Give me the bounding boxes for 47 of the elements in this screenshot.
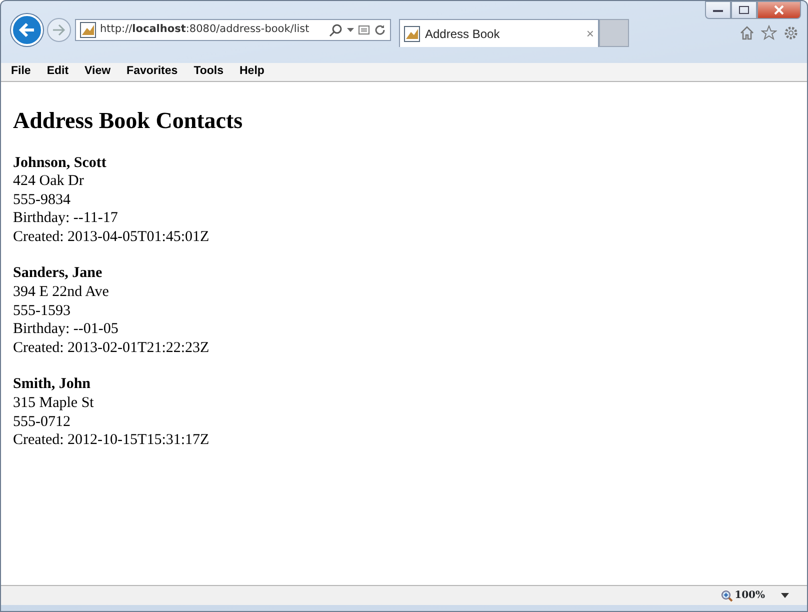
contact-detail: 394 E 22nd Ave xyxy=(13,283,109,302)
search-icon[interactable] xyxy=(329,23,343,37)
minimize-button[interactable] xyxy=(705,1,731,19)
menu-item[interactable]: Tools xyxy=(186,63,232,81)
contact-detail: 555-1593 xyxy=(13,302,70,320)
contact-name: Johnson, Scott xyxy=(13,154,106,172)
maximize-button[interactable] xyxy=(731,1,757,19)
maximize-icon xyxy=(738,5,750,15)
minimize-icon xyxy=(712,7,724,13)
contact-name: Smith, John xyxy=(13,375,91,394)
contact-detail: Birthday: --11-17 xyxy=(13,209,118,228)
site-icon xyxy=(404,26,420,42)
zoom-level[interactable]: 100% xyxy=(720,588,765,603)
browser-tab[interactable]: Address Book × xyxy=(399,19,599,47)
back-button[interactable] xyxy=(11,14,43,46)
star-icon[interactable] xyxy=(761,25,777,41)
settings-icon[interactable] xyxy=(783,25,799,41)
url-text: http://localhost:8080/address-book/list xyxy=(100,22,310,38)
zoom-icon xyxy=(720,590,733,602)
menu-item[interactable]: Help xyxy=(232,63,272,81)
menu-item[interactable]: File xyxy=(3,63,39,81)
menu-item[interactable]: Edit xyxy=(38,63,77,81)
dropdown-icon[interactable] xyxy=(347,28,354,32)
contact-detail: Created: 2012-10-15T15:31:17Z xyxy=(13,431,210,450)
forward-arrow-icon xyxy=(52,24,66,36)
page-heading: Address Book Contacts xyxy=(13,107,244,135)
contact-detail: 315 Maple St xyxy=(13,394,94,413)
menu-item[interactable]: Favorites xyxy=(118,63,186,81)
site-icon xyxy=(80,22,96,38)
dropdown-icon[interactable] xyxy=(781,593,789,598)
contact-detail: 555-9834 xyxy=(13,190,70,210)
contact-name: Sanders, Jane xyxy=(13,264,102,284)
contact-detail: Created: 2013-02-01T21:22:23Z xyxy=(13,338,210,358)
contact-detail: 424 Oak Dr xyxy=(13,172,84,191)
tab-close-button[interactable]: × xyxy=(586,24,594,44)
compatibility-icon[interactable] xyxy=(358,24,370,36)
refresh-icon[interactable] xyxy=(374,24,386,36)
contact-detail: Birthday: --01-05 xyxy=(13,320,118,339)
tab-title: Address Book xyxy=(425,26,501,42)
address-bar[interactable]: http://localhost:8080/address-book/list xyxy=(75,19,391,41)
home-icon[interactable] xyxy=(739,25,755,41)
contact-detail: Created: 2013-04-05T01:45:01Z xyxy=(13,228,210,246)
back-arrow-icon xyxy=(18,22,36,38)
close-button[interactable] xyxy=(757,1,801,19)
contact-detail: 555-0712 xyxy=(13,412,70,432)
menu-item[interactable]: View xyxy=(76,63,119,81)
close-icon xyxy=(773,5,785,15)
